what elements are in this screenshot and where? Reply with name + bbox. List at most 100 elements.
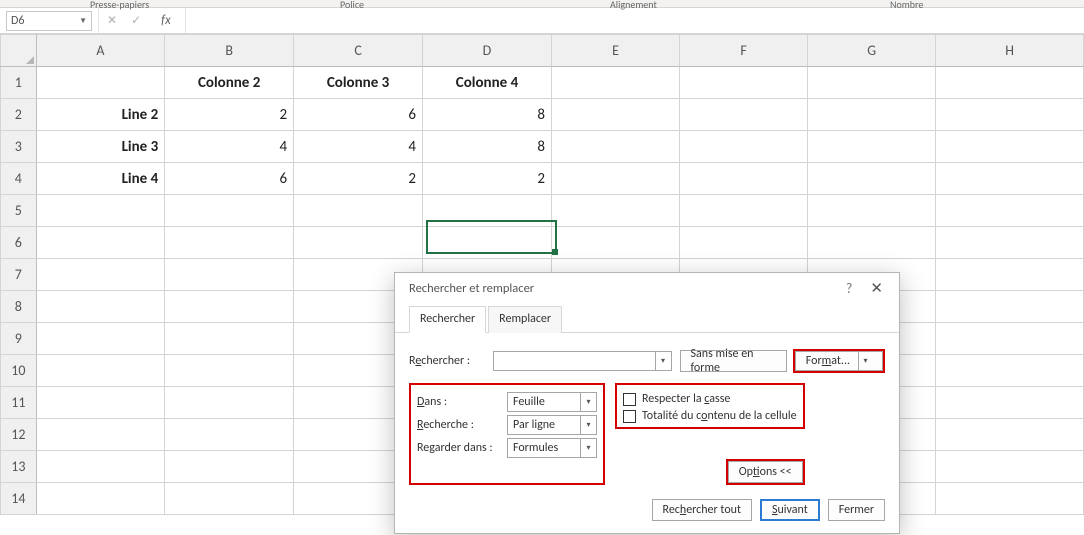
row-header-9[interactable]: 9: [1, 323, 37, 355]
fx-label[interactable]: fx: [155, 13, 177, 28]
cell-C2[interactable]: 6: [294, 99, 423, 131]
cell-H1[interactable]: [936, 67, 1084, 99]
cell-A7[interactable]: [36, 259, 165, 291]
cell-D4[interactable]: 2: [423, 163, 552, 195]
cell-A2[interactable]: Line 2: [36, 99, 165, 131]
close-button[interactable]: Fermer: [828, 499, 885, 521]
row-header-7[interactable]: 7: [1, 259, 37, 291]
cell-A11[interactable]: [36, 387, 165, 419]
cell-G1[interactable]: [808, 67, 936, 99]
lookin-select[interactable]: Formules▾: [507, 438, 597, 458]
cell-A6[interactable]: [36, 227, 165, 259]
cell-G5[interactable]: [808, 195, 936, 227]
cell-H3[interactable]: [936, 131, 1084, 163]
cell-H10[interactable]: [936, 355, 1084, 387]
cell-B1[interactable]: Colonne 2: [165, 67, 294, 99]
searchby-select[interactable]: Par ligne▾: [507, 415, 597, 435]
cell-A12[interactable]: [36, 419, 165, 451]
cell-H7[interactable]: [936, 259, 1084, 291]
cell-E4[interactable]: [551, 163, 679, 195]
match-whole-checkbox[interactable]: [623, 410, 636, 423]
row-header-3[interactable]: 3: [1, 131, 37, 163]
cell-D5[interactable]: [423, 195, 552, 227]
cell-G2[interactable]: [808, 99, 936, 131]
cell-D3[interactable]: 8: [423, 131, 552, 163]
cell-C4[interactable]: 2: [294, 163, 423, 195]
name-box[interactable]: D6 ▼: [6, 11, 92, 31]
cell-E5[interactable]: [551, 195, 679, 227]
col-header-D[interactable]: D: [423, 35, 552, 67]
cell-A9[interactable]: [36, 323, 165, 355]
cell-H12[interactable]: [936, 419, 1084, 451]
cell-A8[interactable]: [36, 291, 165, 323]
row-header-4[interactable]: 4: [1, 163, 37, 195]
find-next-button[interactable]: Suivant: [760, 499, 820, 521]
cell-B6[interactable]: [165, 227, 294, 259]
cell-A10[interactable]: [36, 355, 165, 387]
formula-input[interactable]: [186, 11, 1084, 31]
col-header-A[interactable]: A: [36, 35, 165, 67]
help-icon[interactable]: ?: [834, 280, 865, 297]
col-header-B[interactable]: B: [165, 35, 294, 67]
col-header-G[interactable]: G: [808, 35, 936, 67]
format-dropdown-icon[interactable]: ▾: [858, 352, 872, 370]
cell-G3[interactable]: [808, 131, 936, 163]
cell-A13[interactable]: [36, 451, 165, 483]
row-header-13[interactable]: 13: [1, 451, 37, 483]
name-box-dropdown-icon[interactable]: ▼: [79, 16, 87, 26]
match-case-checkbox[interactable]: [623, 393, 636, 406]
cell-B8[interactable]: [165, 291, 294, 323]
find-dropdown-icon[interactable]: ▾: [655, 352, 671, 370]
cell-A3[interactable]: Line 3: [36, 131, 165, 163]
cell-B5[interactable]: [165, 195, 294, 227]
cell-D2[interactable]: 8: [423, 99, 552, 131]
select-all-corner[interactable]: [1, 35, 37, 67]
cell-G6[interactable]: [808, 227, 936, 259]
cell-H13[interactable]: [936, 451, 1084, 483]
cell-B13[interactable]: [165, 451, 294, 483]
row-header-10[interactable]: 10: [1, 355, 37, 387]
cell-B10[interactable]: [165, 355, 294, 387]
cell-A14[interactable]: [36, 483, 165, 515]
no-format-button[interactable]: Sans mise en forme: [680, 350, 787, 372]
row-header-2[interactable]: 2: [1, 99, 37, 131]
row-header-14[interactable]: 14: [1, 483, 37, 515]
chevron-down-icon[interactable]: ▾: [580, 439, 596, 457]
cell-B3[interactable]: 4: [165, 131, 294, 163]
cell-E6[interactable]: [551, 227, 679, 259]
chevron-down-icon[interactable]: ▾: [580, 393, 596, 411]
cell-H11[interactable]: [936, 387, 1084, 419]
cell-B4[interactable]: 6: [165, 163, 294, 195]
tab-find[interactable]: Rechercher: [409, 306, 486, 333]
cell-B7[interactable]: [165, 259, 294, 291]
cell-B9[interactable]: [165, 323, 294, 355]
tab-replace[interactable]: Remplacer: [488, 306, 562, 333]
cell-E2[interactable]: [551, 99, 679, 131]
cell-H5[interactable]: [936, 195, 1084, 227]
col-header-H[interactable]: H: [936, 35, 1084, 67]
cancel-icon[interactable]: ✕: [107, 13, 117, 28]
cell-C3[interactable]: 4: [294, 131, 423, 163]
cell-F4[interactable]: [680, 163, 808, 195]
row-header-11[interactable]: 11: [1, 387, 37, 419]
cell-G4[interactable]: [808, 163, 936, 195]
cell-D1[interactable]: Colonne 4: [423, 67, 552, 99]
cell-B11[interactable]: [165, 387, 294, 419]
close-icon[interactable]: ✕: [864, 279, 889, 298]
cell-F1[interactable]: [680, 67, 808, 99]
cell-C5[interactable]: [294, 195, 423, 227]
cell-F5[interactable]: [680, 195, 808, 227]
row-header-8[interactable]: 8: [1, 291, 37, 323]
cell-H9[interactable]: [936, 323, 1084, 355]
cell-E3[interactable]: [551, 131, 679, 163]
cell-H4[interactable]: [936, 163, 1084, 195]
col-header-E[interactable]: E: [551, 35, 679, 67]
cell-F3[interactable]: [680, 131, 808, 163]
cell-B2[interactable]: 2: [165, 99, 294, 131]
row-header-12[interactable]: 12: [1, 419, 37, 451]
cell-H6[interactable]: [936, 227, 1084, 259]
within-select[interactable]: Feuille▾: [507, 392, 597, 412]
enter-icon[interactable]: ✓: [131, 13, 141, 28]
cell-C6[interactable]: [294, 227, 423, 259]
cell-D6[interactable]: [423, 227, 552, 259]
